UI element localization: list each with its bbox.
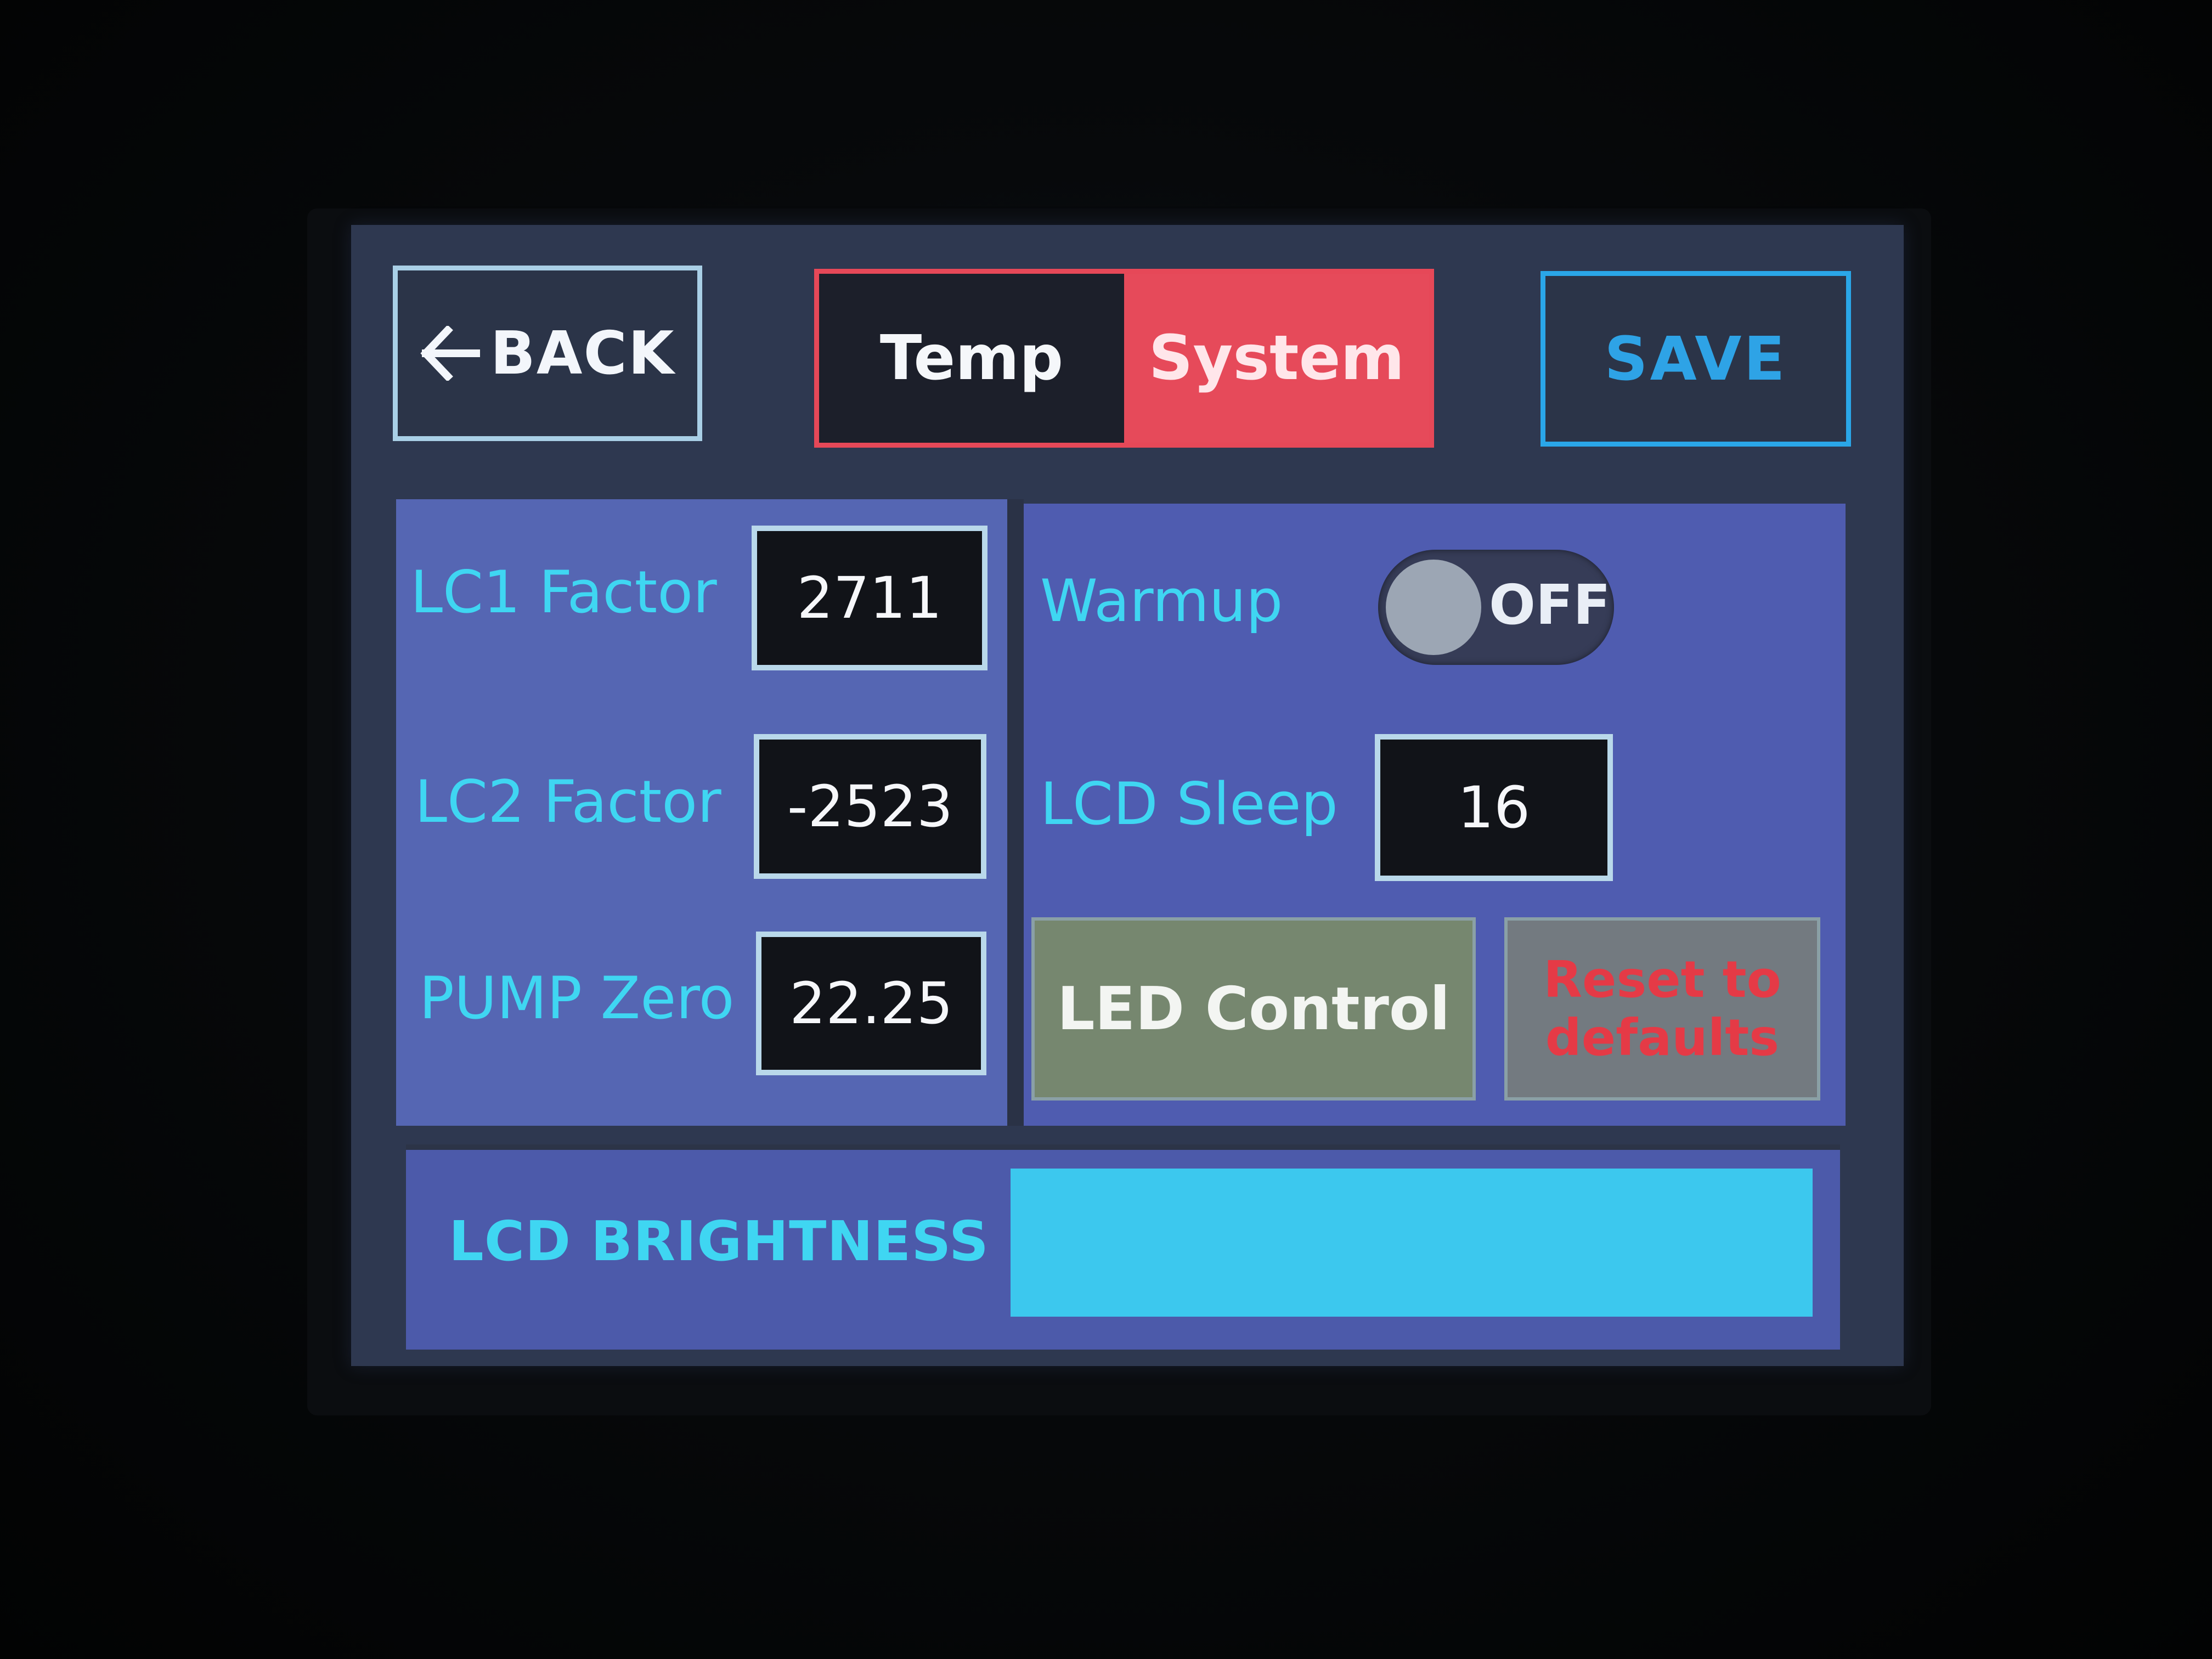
lcd-brightness-label: LCD BRIGHTNESS <box>449 1209 989 1273</box>
reset-label-line2: defaults <box>1545 1008 1780 1067</box>
tab-system-label: System <box>1148 323 1405 394</box>
reset-label-line1: Reset to <box>1543 950 1781 1009</box>
back-button-label: BACK <box>490 319 675 388</box>
toggle-knob <box>1386 560 1481 655</box>
lc1-factor-label: LC1 Factor <box>410 558 717 626</box>
tab-temp-label: Temp <box>879 323 1064 394</box>
lc2-factor-label: LC2 Factor <box>415 768 721 836</box>
lcd-sleep-field[interactable]: 16 <box>1375 734 1613 881</box>
lcd-brightness-slider[interactable] <box>1011 1169 1813 1317</box>
led-control-label: LED Control <box>1057 974 1451 1043</box>
pump-zero-label: PUMP Zero <box>419 964 735 1032</box>
arrow-left-icon <box>420 326 480 381</box>
led-control-button[interactable]: LED Control <box>1031 917 1476 1101</box>
tab-system[interactable]: System <box>1124 274 1429 443</box>
save-button[interactable]: SAVE <box>1541 271 1851 447</box>
warmup-label: Warmup <box>1040 567 1283 635</box>
panel-divider <box>1007 499 1024 1126</box>
lc1-factor-field[interactable]: 2711 <box>752 526 988 670</box>
reset-defaults-button[interactable]: Reset to defaults <box>1504 917 1820 1101</box>
settings-tabs: Temp System <box>814 269 1434 448</box>
lcd-sleep-label: LCD Sleep <box>1040 770 1338 838</box>
lcd-brightness-fill <box>1011 1169 1813 1317</box>
back-button[interactable]: BACK <box>393 266 702 441</box>
tab-temp[interactable]: Temp <box>819 274 1124 443</box>
save-button-label: SAVE <box>1604 324 1787 394</box>
warmup-toggle[interactable]: OFF <box>1378 550 1614 665</box>
lc2-factor-field[interactable]: -2523 <box>754 734 986 879</box>
warmup-toggle-state: OFF <box>1489 573 1611 637</box>
pump-zero-field[interactable]: 22.25 <box>756 932 986 1075</box>
